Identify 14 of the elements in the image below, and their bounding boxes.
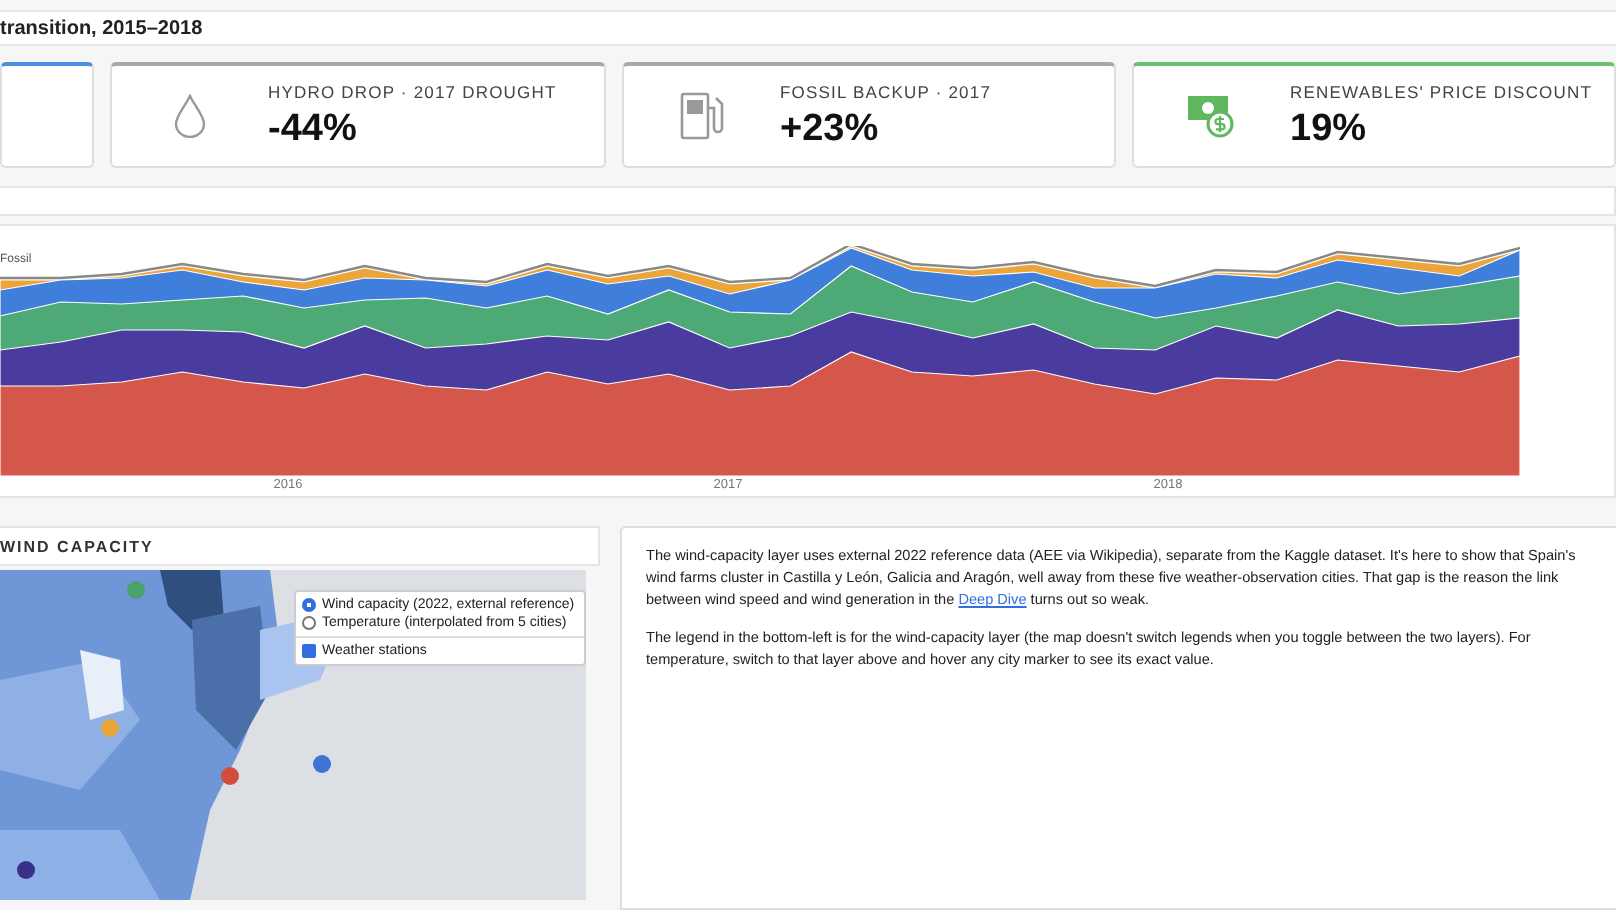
kpi-label: RENEWABLES' PRICE DISCOUNT [1290, 81, 1593, 102]
section-title: WIND CAPACITY [0, 537, 154, 556]
checkbox[interactable] [302, 644, 316, 659]
fuel-pump-icon [680, 92, 724, 141]
kpi-label: HYDRO DROP · 2017 DROUGHT [268, 81, 557, 102]
money-icon [1186, 92, 1238, 141]
page-title: transition, 2015–2018 [0, 17, 203, 40]
kpi-value: -44% [268, 107, 359, 152]
kpi-value: 19% [1290, 107, 1369, 152]
radio-button[interactable] [302, 616, 316, 631]
kpi-value: +23% [780, 107, 881, 152]
water-drop-icon [174, 94, 206, 139]
radio-button[interactable] [302, 598, 316, 613]
kpi-label: FOSSIL BACKUP · 2017 [780, 81, 992, 102]
